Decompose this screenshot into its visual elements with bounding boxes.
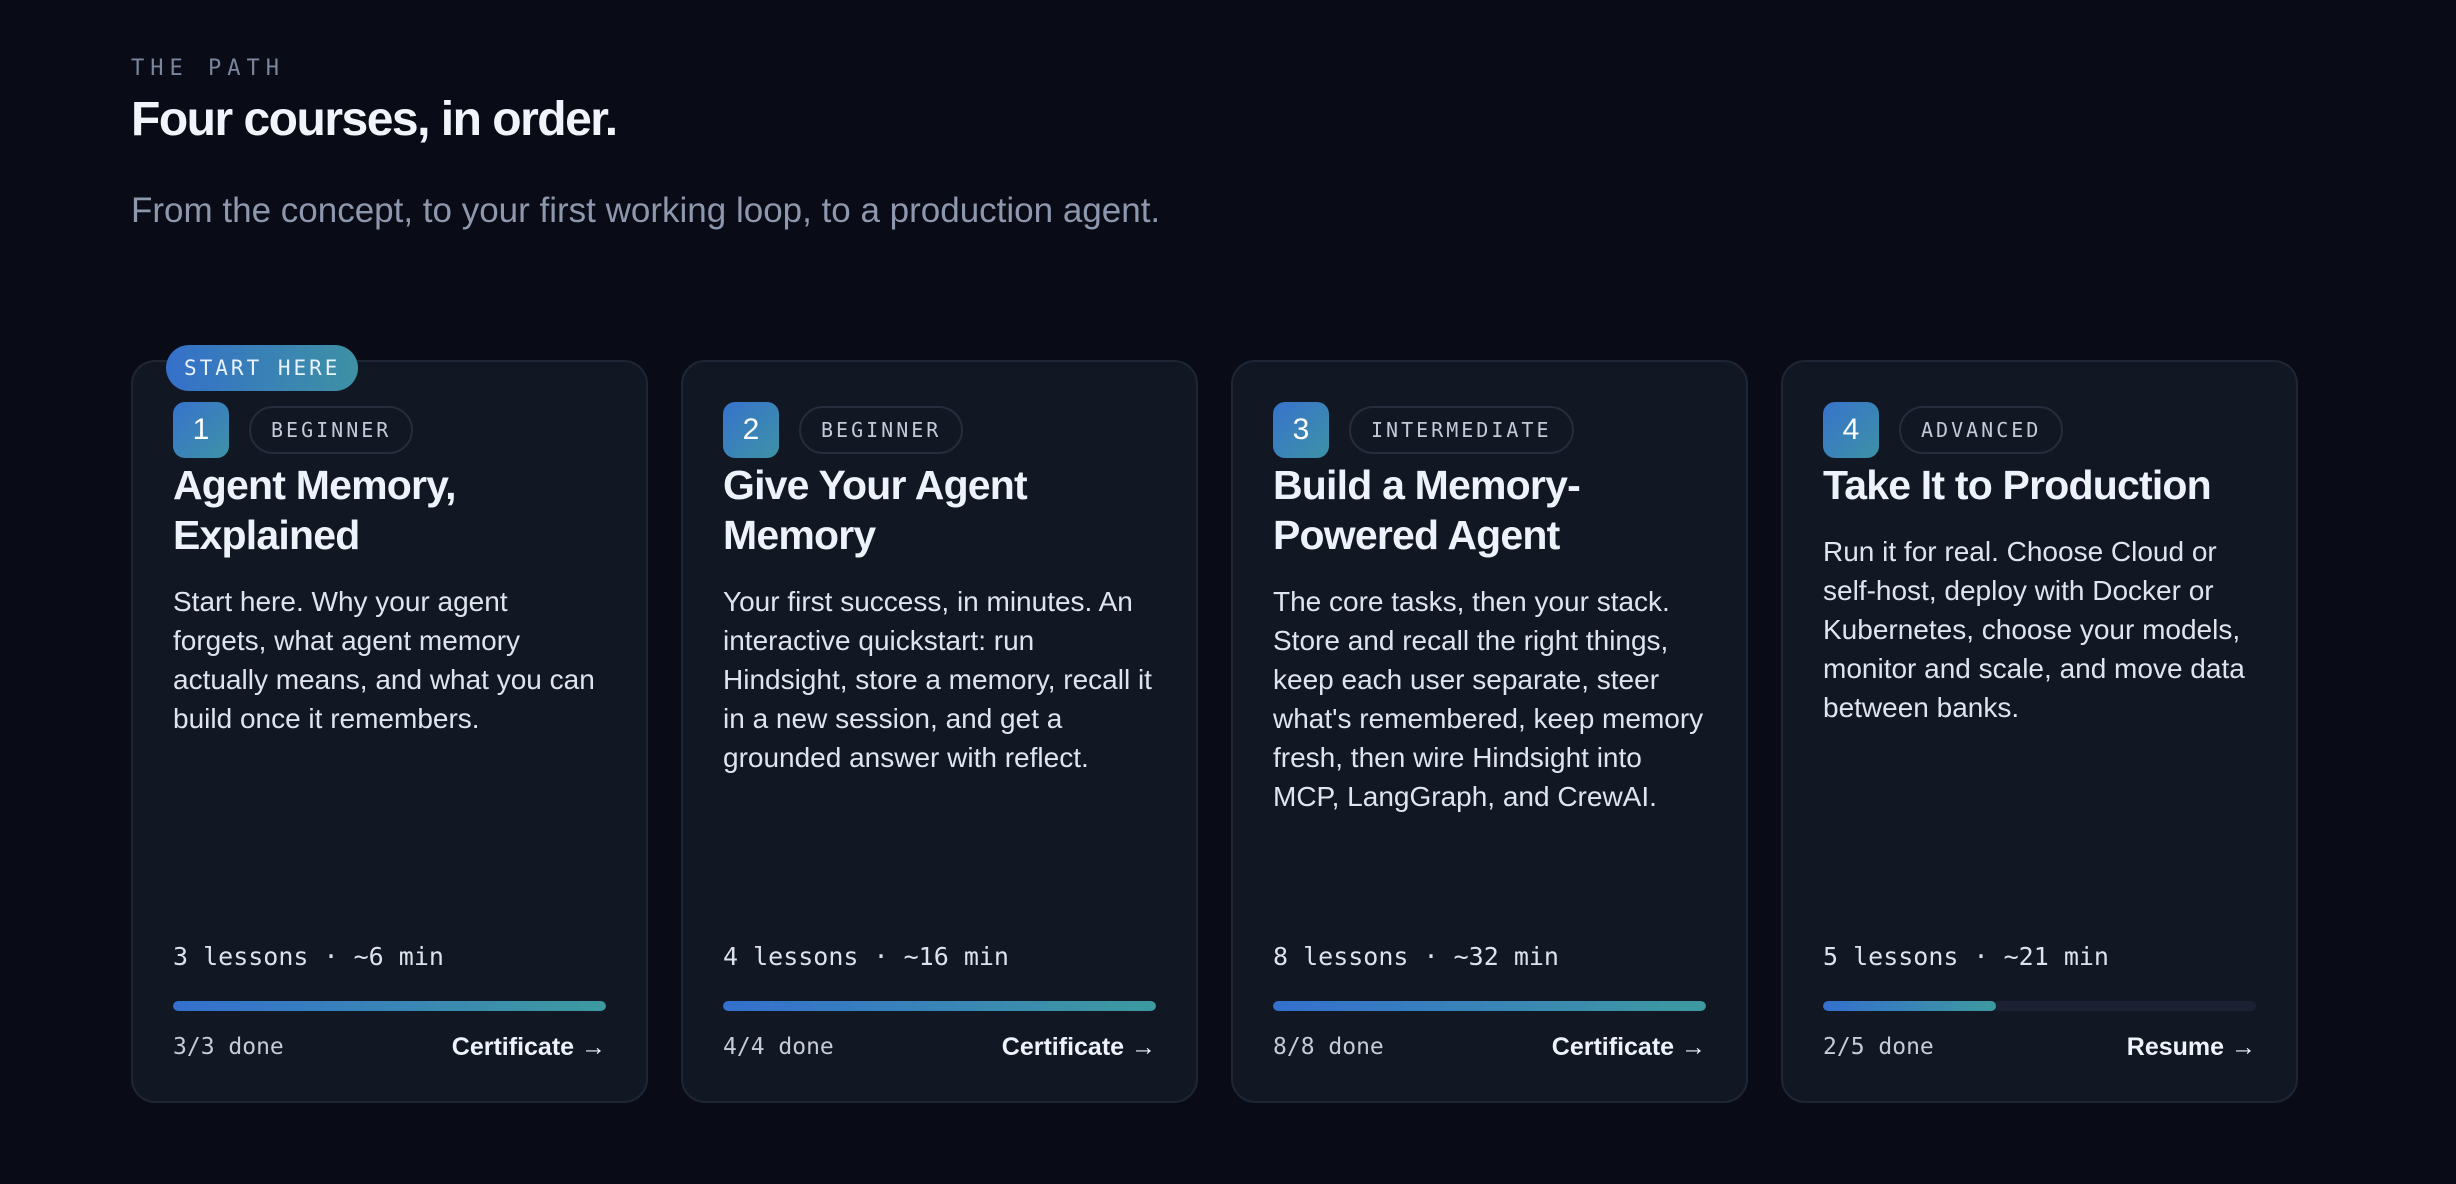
course-number-badge: 2 [723,402,779,458]
course-card-list: START HERE 1 BEGINNER Agent Memory, Expl… [131,345,2298,1103]
course-progress-bar [1273,1001,1706,1011]
course-progress-fill [173,1001,606,1011]
section-eyebrow: THE PATH [131,56,285,81]
certificate-link[interactable]: Certificate → [452,1033,606,1062]
section-title: Four courses, in order. [131,93,618,146]
course-title: Build a Memory-Powered Agent [1273,462,1581,558]
course-meta-row: 4 ADVANCED [1823,402,2256,458]
course-card-3[interactable]: 3 INTERMEDIATE Build a Memory-Powered Ag… [1231,360,1748,1103]
course-meta-row: 1 BEGINNER [173,402,606,458]
course-status-row: 2/5 done Resume → [1823,1031,2256,1063]
course-title: Agent Memory, Explained [173,462,457,558]
course-done-count: 2/5 done [1823,1034,1934,1060]
course-done-count: 3/3 done [173,1034,284,1060]
course-description: Your first success, in minutes. An inter… [723,586,1152,773]
course-status-row: 3/3 done Certificate → [173,1031,606,1063]
course-footer: 3 lessons · ~6 min 3/3 done Certificate … [173,942,606,1063]
course-level-pill: INTERMEDIATE [1349,406,1574,454]
course-done-count: 4/4 done [723,1034,834,1060]
course-title: Take It to Production [1823,462,2212,508]
course-meta-row: 2 BEGINNER [723,402,1156,458]
course-card-2[interactable]: 2 BEGINNER Give Your Agent Memory Your f… [681,360,1198,1103]
course-level-pill: BEGINNER [799,406,964,454]
course-meta-row: 3 INTERMEDIATE [1273,402,1706,458]
course-lessons-count: 4 lessons · ~16 min [723,942,1009,971]
certificate-link[interactable]: Certificate → [1002,1033,1156,1062]
course-status-row: 8/8 done Certificate → [1273,1031,1706,1063]
course-description: The core tasks, then your stack. Store a… [1273,586,1704,812]
course-progress-bar [723,1001,1156,1011]
course-lessons-count: 3 lessons · ~6 min [173,942,444,971]
course-progress-bar [1823,1001,2256,1011]
course-number-badge: 4 [1823,402,1879,458]
course-lessons-count: 8 lessons · ~32 min [1273,942,1559,971]
course-card-1[interactable]: START HERE 1 BEGINNER Agent Memory, Expl… [131,345,648,1103]
course-number-badge: 1 [173,402,229,458]
course-footer: 4 lessons · ~16 min 4/4 done Certificate… [723,942,1156,1063]
course-progress-bar [173,1001,606,1011]
start-here-badge: START HERE [166,345,359,391]
course-level-pill: BEGINNER [249,406,414,454]
course-status-row: 4/4 done Certificate → [723,1031,1156,1063]
course-done-count: 8/8 done [1273,1034,1384,1060]
course-level-pill: ADVANCED [1899,406,2064,454]
course-number-badge: 3 [1273,402,1329,458]
course-description: Start here. Why your agent forgets, what… [173,586,595,734]
certificate-link[interactable]: Certificate → [1552,1033,1706,1062]
course-footer: 5 lessons · ~21 min 2/5 done Resume → [1823,942,2256,1063]
section-subtitle: From the concept, to your first working … [131,191,1161,230]
course-lessons-count: 5 lessons · ~21 min [1823,942,2109,971]
course-progress-fill [723,1001,1156,1011]
course-card-4[interactable]: 4 ADVANCED Take It to Production Run it … [1781,360,2298,1103]
course-progress-fill [1273,1001,1706,1011]
course-progress-fill [1823,1001,1997,1011]
resume-link[interactable]: Resume → [2127,1033,2256,1062]
course-title: Give Your Agent Memory [723,462,1028,558]
course-description: Run it for real. Choose Cloud or self-ho… [1823,536,2245,723]
course-footer: 8 lessons · ~32 min 8/8 done Certificate… [1273,942,1706,1063]
